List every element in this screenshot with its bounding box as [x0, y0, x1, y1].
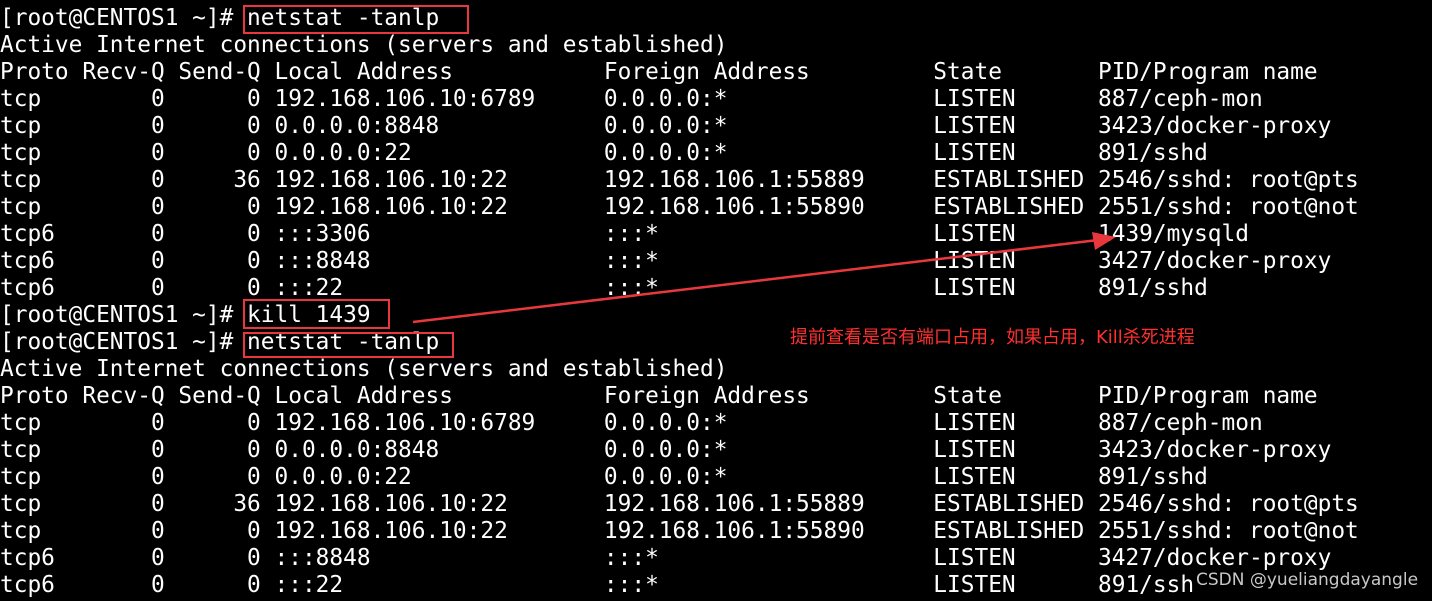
terminal-line: tcp6 0 0 :::22 :::* LISTEN 891/sshd	[0, 275, 1208, 301]
terminal-line: tcp 0 0 192.168.106.10:22 192.168.106.1:…	[0, 194, 1359, 220]
terminal-output: [root@CENTOS1 ~]# netstat -tanlp Active …	[0, 5, 1359, 599]
terminal-line: tcp 0 0 0.0.0.0:22 0.0.0.0:* LISTEN 891/…	[0, 140, 1208, 166]
terminal-line-header: Proto Recv-Q Send-Q Local Address Foreig…	[0, 59, 1318, 85]
highlight-box-netstat-command-1	[243, 5, 469, 34]
highlight-box-netstat-command-2	[243, 332, 454, 358]
terminal-line: tcp 0 0 0.0.0.0:22 0.0.0.0:* LISTEN 891/…	[0, 464, 1208, 490]
terminal-line: tcp 0 0 0.0.0.0:8848 0.0.0.0:* LISTEN 34…	[0, 113, 1332, 139]
terminal-line-mysqld: tcp6 0 0 :::3306 :::* LISTEN 1439/mysqld	[0, 221, 1249, 247]
terminal-line-prompt: [root@CENTOS1 ~]# netstat -tanlp	[0, 5, 440, 31]
terminal-line: Active Internet connections (servers and…	[0, 356, 728, 382]
watermark-text: CSDN @yueliangdayangle	[1196, 570, 1419, 590]
terminal-line: tcp 0 36 192.168.106.10:22 192.168.106.1…	[0, 491, 1359, 517]
terminal-line: tcp 0 0 192.168.106.10:6789 0.0.0.0:* LI…	[0, 86, 1263, 112]
terminal-line-header: Proto Recv-Q Send-Q Local Address Foreig…	[0, 383, 1318, 409]
terminal-line: tcp 0 36 192.168.106.10:22 192.168.106.1…	[0, 167, 1359, 193]
terminal-line: tcp 0 0 192.168.106.10:22 192.168.106.1:…	[0, 518, 1359, 544]
annotation-text: 提前查看是否有端口占用，如果占用，Kill杀死进程	[790, 327, 1195, 348]
terminal-line: tcp 0 0 192.168.106.10:6789 0.0.0.0:* LI…	[0, 410, 1263, 436]
terminal-line-prompt: [root@CENTOS1 ~]# kill 1439	[0, 302, 371, 328]
highlight-box-kill-command	[243, 299, 390, 329]
terminal-line: tcp6 0 0 :::8848 :::* LISTEN 3427/docker…	[0, 248, 1332, 274]
terminal-line: tcp 0 0 0.0.0.0:8848 0.0.0.0:* LISTEN 34…	[0, 437, 1332, 463]
terminal-line: tcp6 0 0 :::22 :::* LISTEN 891/ssh	[0, 572, 1195, 598]
terminal-line: Active Internet connections (servers and…	[0, 32, 728, 58]
terminal-window[interactable]: [root@CENTOS1 ~]# netstat -tanlp Active …	[0, 0, 1432, 601]
terminal-line: tcp6 0 0 :::8848 :::* LISTEN 3427/docker…	[0, 545, 1332, 571]
